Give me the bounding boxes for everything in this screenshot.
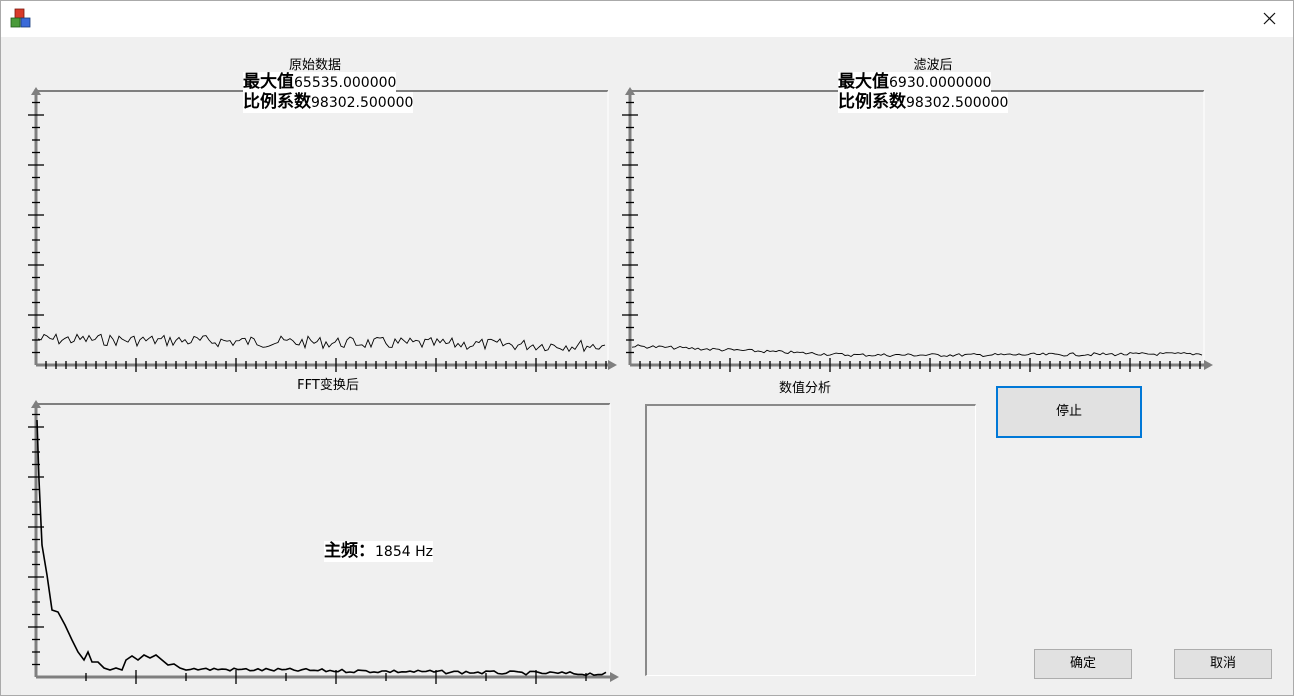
cancel-button[interactable]: 取消 [1174, 649, 1272, 679]
analysis-box [645, 404, 976, 676]
fft-freq-value: 1854 Hz [375, 544, 433, 560]
fft-main-frequency: 主频：1854 Hz [324, 541, 433, 562]
fft-freq-label: 主频： [324, 541, 375, 561]
filtered-max-label: 最大值 [838, 72, 889, 92]
fft-trace [36, 419, 607, 677]
raw-trace [37, 333, 606, 353]
filtered-scale-label: 比例系数 [838, 92, 906, 112]
raw-scale-label: 比例系数 [243, 92, 311, 112]
fft-x-arrow [610, 672, 619, 682]
raw-scale-value: 98302.500000 [311, 95, 414, 111]
filtered-scale-value: 98302.500000 [906, 95, 1009, 111]
filtered-x-arrow [1204, 360, 1213, 370]
filtered-max-value: 6930.0000000 [889, 75, 992, 91]
fft-title: FFT变换后 [297, 378, 359, 393]
raw-max-readout: 最大值65535.000000 [243, 72, 397, 93]
raw-x-arrow [608, 360, 617, 370]
filtered-max-readout: 最大值6930.0000000 [838, 72, 992, 93]
raw-max-label: 最大值 [243, 72, 294, 92]
filtered-scale-readout: 比例系数98302.500000 [838, 92, 1009, 113]
filtered-title: 滤波后 [913, 58, 953, 73]
raw-scale-readout: 比例系数98302.500000 [243, 92, 414, 113]
analysis-title: 数值分析 [778, 381, 831, 396]
raw-max-value: 65535.000000 [294, 75, 397, 91]
ok-button[interactable]: 确定 [1034, 649, 1132, 679]
stop-button[interactable]: 停止 [996, 386, 1142, 438]
filtered-trace [631, 344, 1203, 358]
raw-data-title: 原始数据 [288, 58, 341, 73]
